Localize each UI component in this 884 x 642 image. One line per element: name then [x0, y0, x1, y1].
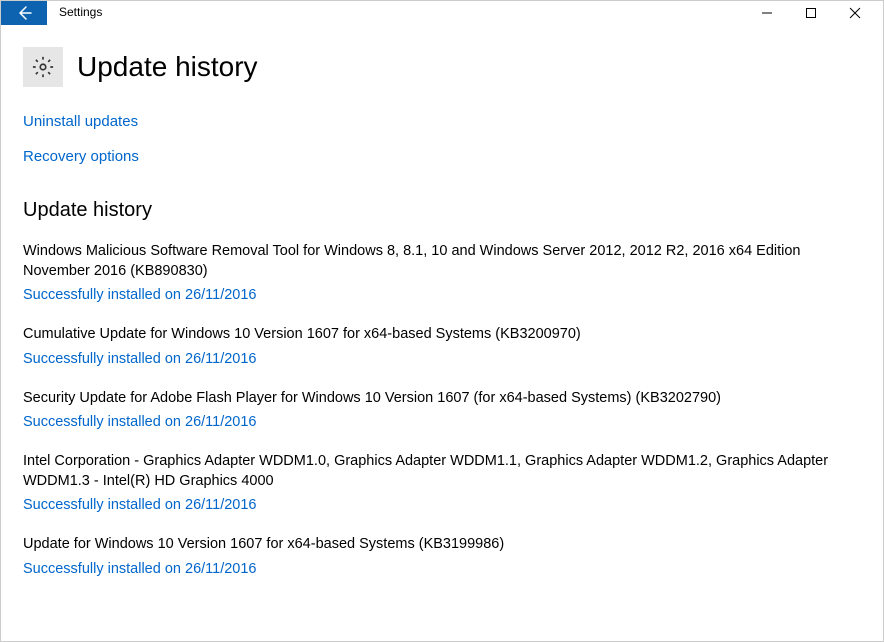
back-button[interactable]	[1, 1, 47, 25]
update-status: Successfully installed on 26/11/2016	[23, 561, 861, 577]
update-entry: Security Update for Adobe Flash Player f…	[23, 389, 861, 431]
update-title: Intel Corporation - Graphics Adapter WDD…	[23, 452, 843, 491]
maximize-icon	[805, 7, 817, 19]
uninstall-updates-link[interactable]: Uninstall updates	[23, 113, 138, 130]
page-title: Update history	[77, 51, 258, 83]
recovery-options-link[interactable]: Recovery options	[23, 148, 139, 165]
update-status: Successfully installed on 26/11/2016	[23, 351, 861, 367]
window-title: Settings	[47, 1, 102, 25]
update-entry: Intel Corporation - Graphics Adapter WDD…	[23, 452, 861, 513]
maximize-button[interactable]	[789, 1, 833, 25]
updates-list: Windows Malicious Software Removal Tool …	[23, 242, 861, 577]
update-status: Successfully installed on 26/11/2016	[23, 497, 861, 513]
update-entry: Cumulative Update for Windows 10 Version…	[23, 325, 861, 367]
section-heading: Update history	[23, 199, 861, 222]
update-title: Security Update for Adobe Flash Player f…	[23, 389, 843, 409]
update-title: Cumulative Update for Windows 10 Version…	[23, 325, 843, 345]
close-icon	[849, 7, 861, 19]
close-button[interactable]	[833, 1, 877, 25]
update-status: Successfully installed on 26/11/2016	[23, 287, 861, 303]
update-title: Update for Windows 10 Version 1607 for x…	[23, 535, 843, 555]
page-header: Update history	[23, 25, 861, 113]
update-entry: Windows Malicious Software Removal Tool …	[23, 242, 861, 303]
back-arrow-icon	[15, 4, 33, 22]
gear-icon	[23, 47, 63, 87]
minimize-button[interactable]	[745, 1, 789, 25]
action-links: Uninstall updates Recovery options	[23, 113, 861, 165]
minimize-icon	[761, 7, 773, 19]
update-status: Successfully installed on 26/11/2016	[23, 414, 861, 430]
content-area: Update history Uninstall updates Recover…	[1, 25, 883, 577]
titlebar: Settings	[1, 1, 883, 25]
window-controls	[745, 1, 883, 25]
update-title: Windows Malicious Software Removal Tool …	[23, 242, 843, 281]
update-entry: Update for Windows 10 Version 1607 for x…	[23, 535, 861, 577]
